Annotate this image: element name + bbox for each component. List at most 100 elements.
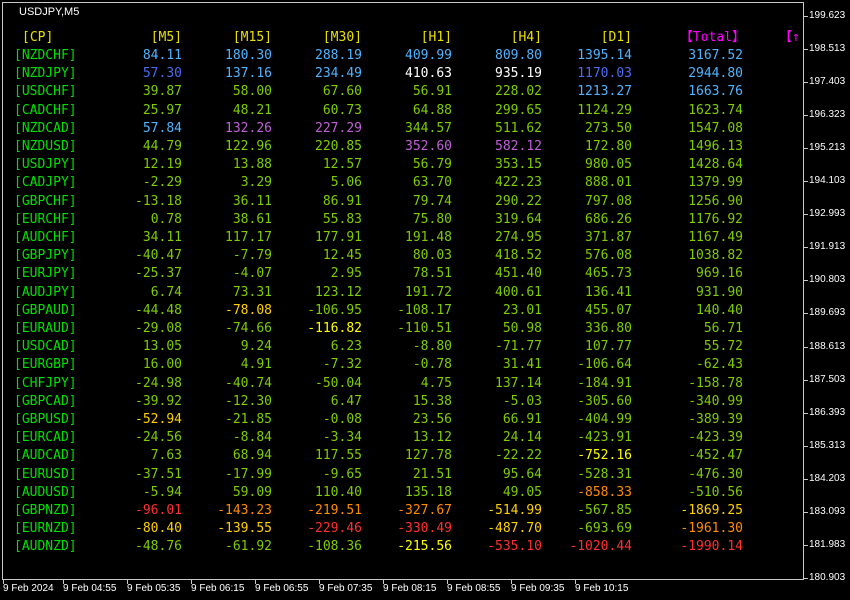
strength-value: 24.14 <box>502 430 542 445</box>
strength-value: 299.65 <box>495 103 542 118</box>
strength-value: 68.94 <box>232 448 272 463</box>
strength-value: 4.91 <box>240 357 272 372</box>
price-label: 199.623 <box>809 10 846 21</box>
pair-label: [CADJPY] <box>14 175 77 190</box>
strength-value: -24.98 <box>135 376 182 391</box>
strength-value: -389.39 <box>688 412 743 427</box>
strength-value: 797.08 <box>585 194 632 209</box>
strength-value: 371.87 <box>585 230 632 245</box>
strength-value: 122.96 <box>225 139 272 154</box>
strength-value: 64.88 <box>412 103 452 118</box>
strength-value: 13.05 <box>142 339 182 354</box>
strength-value: 31.41 <box>502 357 542 372</box>
strength-value: -858.33 <box>577 485 632 500</box>
strength-value: -9.65 <box>322 467 362 482</box>
strength-value: -752.16 <box>577 448 632 463</box>
strength-value: -37.51 <box>135 467 182 482</box>
price-label: 196.323 <box>809 109 846 120</box>
strength-value: 34.11 <box>142 230 182 245</box>
strength-value: 180.30 <box>225 48 272 63</box>
strength-value: -143.23 <box>217 503 272 518</box>
strength-value: -219.51 <box>307 503 362 518</box>
strength-value: 60.73 <box>322 103 362 118</box>
strength-value: -0.78 <box>412 357 452 372</box>
time-label: 9 Feb 08:15 <box>383 583 437 594</box>
strength-value: 36.11 <box>232 194 272 209</box>
strength-value: 84.11 <box>142 48 182 63</box>
strength-value: 107.77 <box>585 339 632 354</box>
strength-value: 95.64 <box>502 467 542 482</box>
price-tick <box>804 413 808 414</box>
strength-value: 39.87 <box>142 84 182 99</box>
pair-label: [EURNZD] <box>14 521 77 536</box>
price-tick <box>804 380 808 381</box>
price-tick <box>804 280 808 281</box>
strength-value: 123.12 <box>315 285 362 300</box>
strength-value: 56.91 <box>412 84 452 99</box>
strength-value: 234.49 <box>315 66 362 81</box>
pair-label: [EURJPY] <box>14 266 77 281</box>
strength-value: 117.55 <box>315 448 362 463</box>
strength-value: 55.72 <box>703 339 743 354</box>
strength-value: -62.43 <box>696 357 743 372</box>
strength-value: -12.30 <box>225 394 272 409</box>
strength-value: 686.26 <box>585 212 632 227</box>
time-label: 9 Feb 05:35 <box>127 583 181 594</box>
pair-label: [CHFJPY] <box>14 376 77 391</box>
strength-value: 409.99 <box>405 48 452 63</box>
strength-value: 6.74 <box>150 285 182 300</box>
price-tick <box>804 512 808 513</box>
strength-value: 50.98 <box>502 321 542 336</box>
strength-value: 56.79 <box>412 157 452 172</box>
strength-value: -108.17 <box>397 303 452 318</box>
strength-value: 16.00 <box>142 357 182 372</box>
pair-label: [USDJPY] <box>14 157 77 172</box>
strength-value: 809.80 <box>495 48 542 63</box>
time-label: 9 Feb 06:15 <box>191 583 245 594</box>
strength-value: 273.50 <box>585 121 632 136</box>
strength-value: -40.74 <box>225 376 272 391</box>
strength-value: -40.47 <box>135 248 182 263</box>
strength-value: 48.21 <box>232 103 272 118</box>
price-tick <box>804 49 808 50</box>
strength-value: 127.78 <box>405 448 452 463</box>
column-header-4: [H1] <box>420 30 452 45</box>
strength-value: 44.79 <box>142 139 182 154</box>
strength-value: -52.94 <box>135 412 182 427</box>
strength-value: 66.91 <box>502 412 542 427</box>
strength-value: -106.95 <box>307 303 362 318</box>
pair-label: [NZDUSD] <box>14 139 77 154</box>
pair-label: [AUDJPY] <box>14 285 77 300</box>
strength-value: 12.57 <box>322 157 362 172</box>
strength-value: 63.70 <box>412 175 452 190</box>
strength-value: -8.84 <box>232 430 272 445</box>
strength-value: -5.03 <box>502 394 542 409</box>
price-tick <box>804 181 808 182</box>
price-label: 181.983 <box>809 539 846 550</box>
strength-value: 137.14 <box>495 376 542 391</box>
price-tick <box>804 479 808 480</box>
time-label: 9 Feb 2024 <box>3 583 54 594</box>
strength-value: -305.60 <box>577 394 632 409</box>
price-label: 195.213 <box>809 142 846 153</box>
strength-value: -78.08 <box>225 303 272 318</box>
strength-value: -528.31 <box>577 467 632 482</box>
strength-value: -8.80 <box>412 339 452 354</box>
time-label: 9 Feb 07:35 <box>319 583 373 594</box>
strength-value: 7.63 <box>150 448 182 463</box>
chart-area[interactable] <box>2 2 804 580</box>
strength-value: 9.24 <box>240 339 272 354</box>
strength-value: 1428.64 <box>688 157 743 172</box>
strength-value: 1176.92 <box>688 212 743 227</box>
strength-value: -7.32 <box>322 357 362 372</box>
price-tick <box>804 545 808 546</box>
pair-label: [AUDUSD] <box>14 485 77 500</box>
strength-value: -452.47 <box>688 448 743 463</box>
strength-value: -24.56 <box>135 430 182 445</box>
strength-value: -567.85 <box>577 503 632 518</box>
strength-value: -7.79 <box>232 248 272 263</box>
strength-value: 228.02 <box>495 84 542 99</box>
strength-value: 67.60 <box>322 84 362 99</box>
strength-value: 25.97 <box>142 103 182 118</box>
column-header-6: [D1] <box>600 30 632 45</box>
